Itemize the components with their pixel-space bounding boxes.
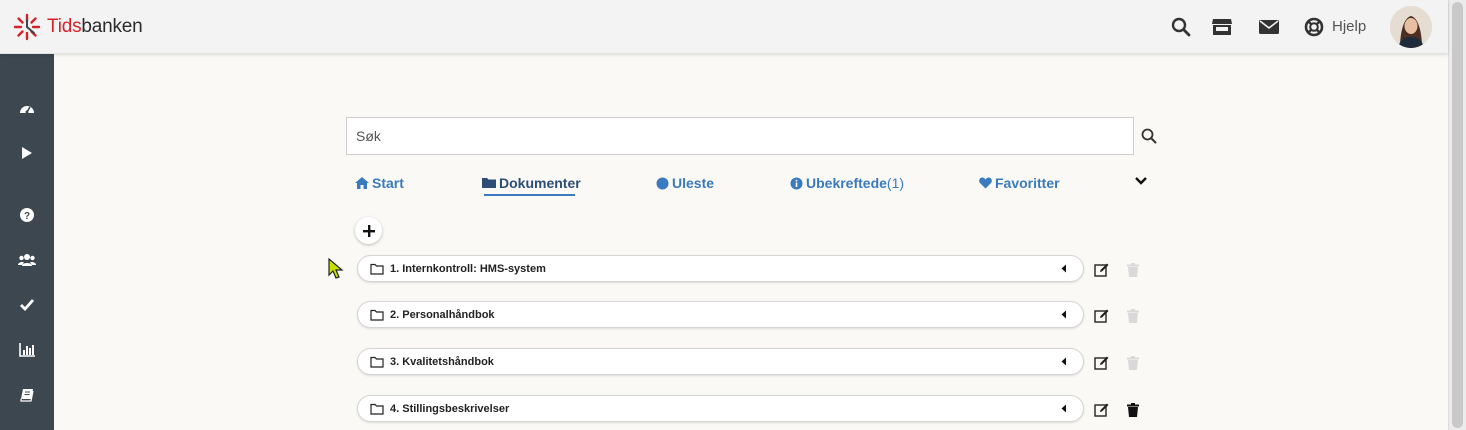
folder-name: 1. Internkontroll: HMS-system bbox=[390, 262, 546, 275]
mouse-cursor-icon bbox=[328, 258, 344, 279]
search-button-icon[interactable] bbox=[1140, 127, 1158, 145]
tab-uleste-label: Uleste bbox=[672, 175, 715, 191]
add-document-button[interactable] bbox=[355, 217, 382, 244]
edit-icon[interactable] bbox=[1094, 402, 1110, 418]
brand-name-dark: banken bbox=[81, 16, 143, 37]
edit-icon[interactable] bbox=[1094, 308, 1110, 324]
folder-row[interactable]: 4. Stillingsbeskrivelser bbox=[357, 395, 1084, 422]
caret-left-icon[interactable] bbox=[1060, 264, 1068, 273]
question-icon[interactable]: ? bbox=[17, 205, 37, 225]
info-icon bbox=[790, 177, 803, 189]
folder-outline-icon bbox=[370, 403, 384, 415]
top-bar: Tidsbanken Hjelp bbox=[0, 0, 1448, 54]
search-field-container bbox=[346, 117, 1134, 155]
sidebar: ? bbox=[0, 54, 54, 430]
check-icon[interactable] bbox=[17, 295, 37, 315]
circle-icon bbox=[656, 177, 669, 189]
lifebuoy-icon[interactable] bbox=[1303, 16, 1325, 38]
page-scrollbar[interactable] bbox=[1448, 0, 1466, 430]
tab-uleste[interactable]: Uleste bbox=[656, 173, 714, 193]
store-icon[interactable] bbox=[1211, 16, 1233, 38]
edit-icon[interactable] bbox=[1094, 355, 1110, 371]
caret-left-icon[interactable] bbox=[1060, 404, 1068, 413]
edit-icon[interactable] bbox=[1094, 262, 1110, 278]
tab-start-label: Start bbox=[372, 175, 404, 191]
folder-outline-icon bbox=[370, 356, 384, 368]
tab-ubekreftede-count: (1) bbox=[886, 175, 905, 191]
folder-row[interactable]: 2. Personalhåndbok bbox=[357, 301, 1084, 328]
active-tab-indicator bbox=[484, 194, 575, 196]
tab-ubekreftede-label: Ubekreftede bbox=[806, 175, 887, 191]
mail-icon[interactable] bbox=[1258, 16, 1280, 38]
brand-name: Tidsbanken bbox=[47, 16, 143, 38]
play-icon[interactable] bbox=[17, 143, 37, 163]
tab-start[interactable]: Start bbox=[355, 173, 404, 193]
folder-row[interactable]: 3. Kvalitetshåndbok bbox=[357, 348, 1084, 375]
folder-outline-icon bbox=[370, 309, 384, 321]
search-icon[interactable] bbox=[1170, 16, 1192, 38]
trash-icon-disabled bbox=[1127, 309, 1139, 323]
folder-name: 4. Stillingsbeskrivelser bbox=[390, 402, 510, 415]
heart-icon bbox=[979, 177, 992, 189]
tab-favoritter[interactable]: Favoritter bbox=[979, 173, 1060, 193]
folder-name: 3. Kvalitetshåndbok bbox=[390, 355, 494, 368]
tab-dokumenter-label: Dokumenter bbox=[499, 175, 581, 191]
svg-text:?: ? bbox=[24, 211, 30, 222]
plus-icon bbox=[362, 224, 375, 237]
brand-name-red: Tids bbox=[47, 16, 82, 37]
tidsbanken-logo[interactable]: Tidsbanken bbox=[12, 12, 143, 42]
help-link[interactable]: Hjelp bbox=[1332, 18, 1366, 35]
scrollbar-thumb[interactable] bbox=[1452, 2, 1463, 428]
folder-name: 2. Personalhåndbok bbox=[390, 308, 495, 321]
caret-left-icon[interactable] bbox=[1060, 357, 1068, 366]
caret-left-icon[interactable] bbox=[1060, 310, 1068, 319]
home-icon bbox=[355, 177, 369, 189]
trash-icon-disabled bbox=[1127, 356, 1139, 370]
folder-outline-icon bbox=[370, 263, 384, 275]
users-icon[interactable] bbox=[17, 250, 37, 270]
trash-icon[interactable] bbox=[1125, 402, 1141, 418]
tab-favoritter-label: Favoritter bbox=[995, 175, 1060, 191]
folder-row[interactable]: 1. Internkontroll: HMS-system bbox=[357, 255, 1084, 282]
folder-icon bbox=[482, 178, 496, 188]
search-input[interactable] bbox=[347, 118, 1133, 154]
chevron-down-icon[interactable] bbox=[1133, 174, 1149, 188]
bar-chart-icon[interactable] bbox=[17, 340, 37, 360]
tab-ubekreftede[interactable]: Ubekreftede (1) bbox=[790, 173, 904, 193]
book-icon[interactable] bbox=[17, 385, 37, 405]
tab-dokumenter[interactable]: Dokumenter bbox=[482, 173, 581, 193]
trash-icon-disabled bbox=[1127, 263, 1139, 277]
logo-clock-icon bbox=[13, 13, 41, 41]
user-avatar[interactable] bbox=[1390, 6, 1432, 48]
dashboard-icon[interactable] bbox=[17, 98, 37, 118]
